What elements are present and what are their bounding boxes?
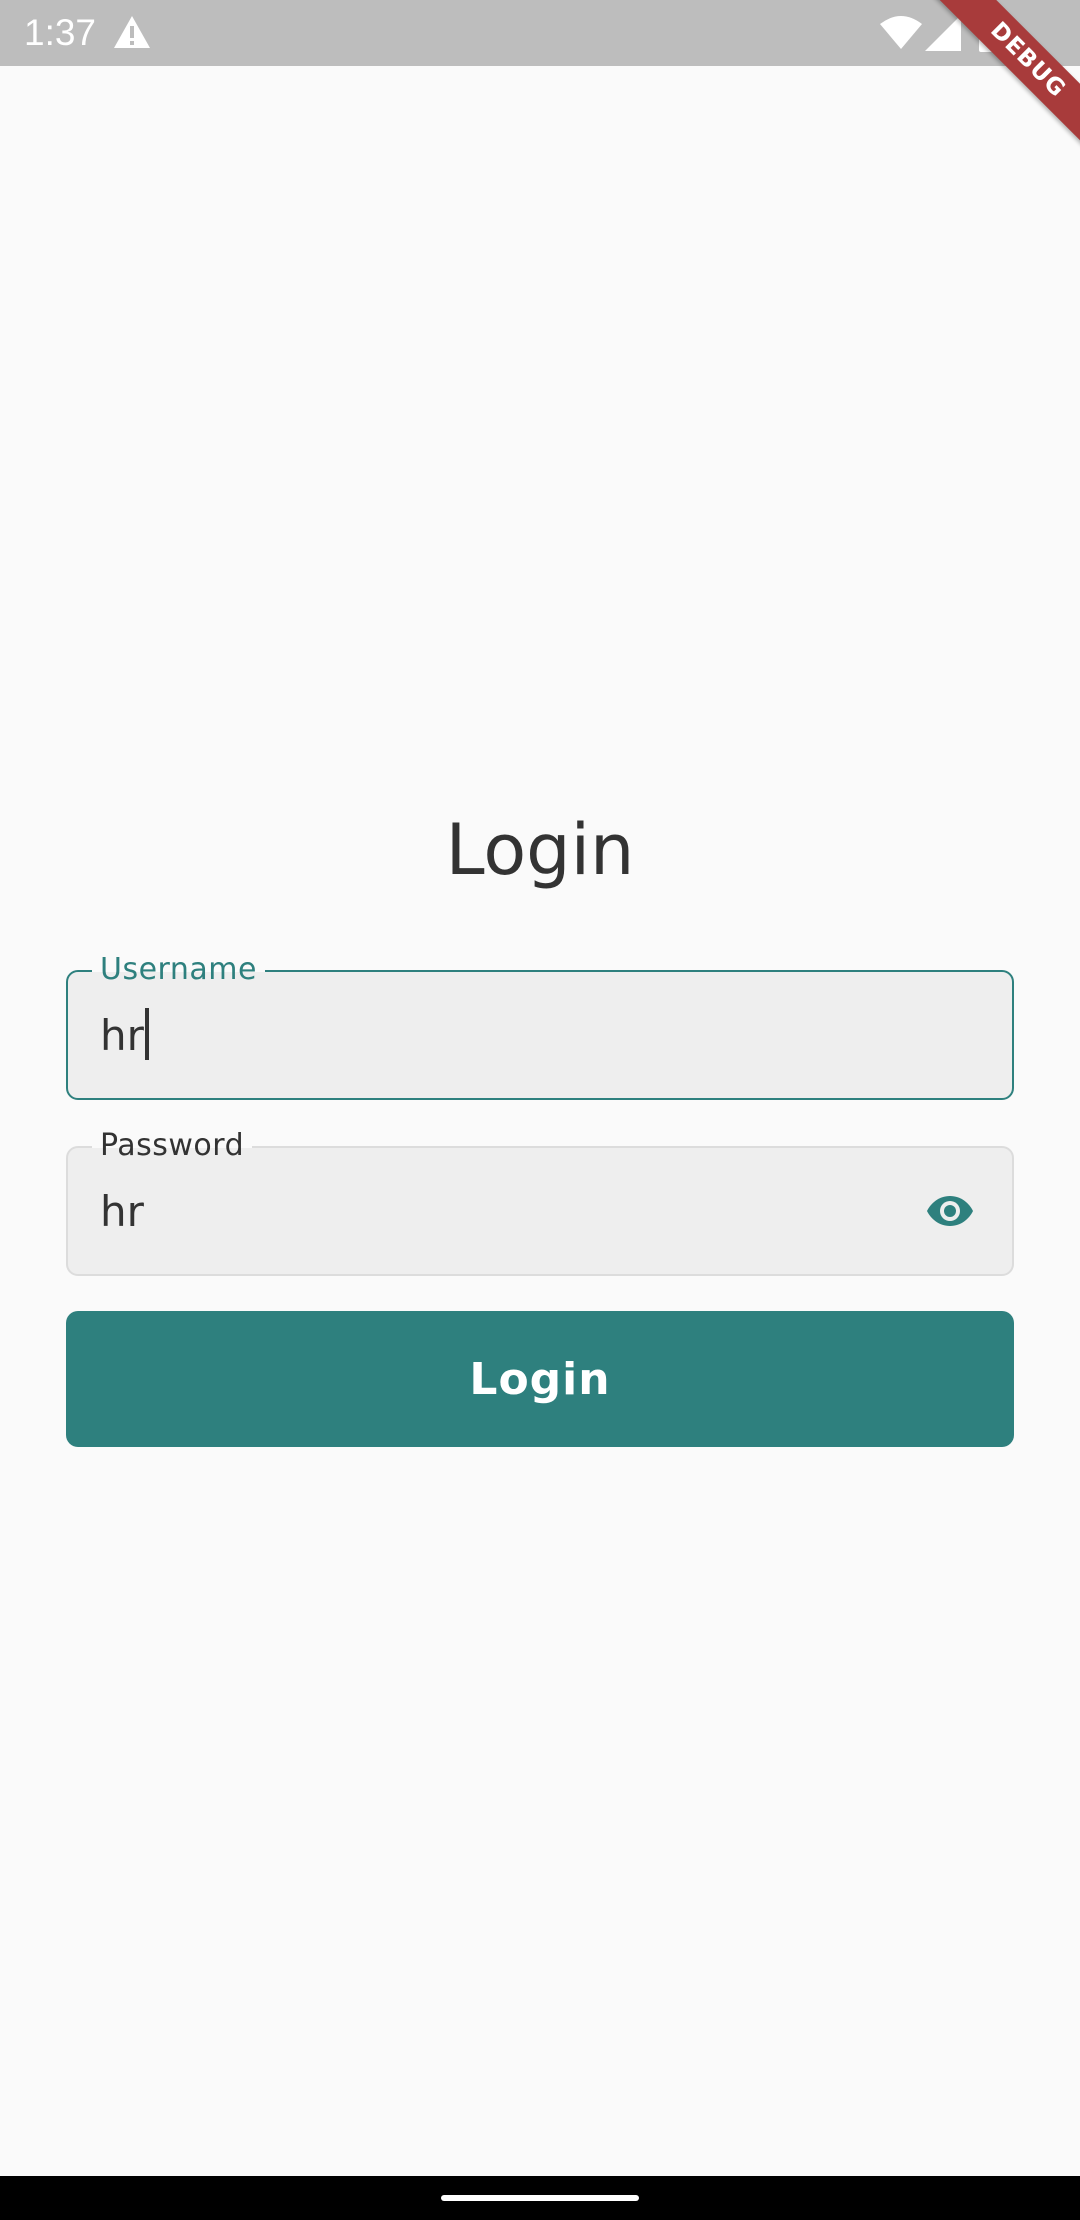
login-button-label: Login [469,1353,611,1405]
status-time: 1:37 [24,12,97,53]
password-label: Password [92,1126,253,1166]
home-indicator[interactable] [441,2195,639,2201]
wifi-icon [880,16,922,49]
status-bar: 1:37 [0,0,1080,66]
username-input[interactable]: hr [100,1008,149,1064]
password-field[interactable]: Password hr [66,1126,1014,1276]
password-input[interactable]: hr [100,1184,144,1240]
username-value: hr [100,1011,144,1060]
warning-icon [114,16,150,48]
page-title: Login [445,809,635,891]
username-label: Username [92,950,265,990]
text-cursor [144,1008,149,1060]
username-field[interactable]: Username hr [66,950,1014,1100]
login-button[interactable]: Login [66,1311,1014,1447]
navigation-bar [0,2176,1080,2220]
eye-icon[interactable] [926,1194,974,1228]
debug-banner: DEBUG [921,0,1080,160]
debug-banner-wrap: DEBUG [920,0,1080,160]
